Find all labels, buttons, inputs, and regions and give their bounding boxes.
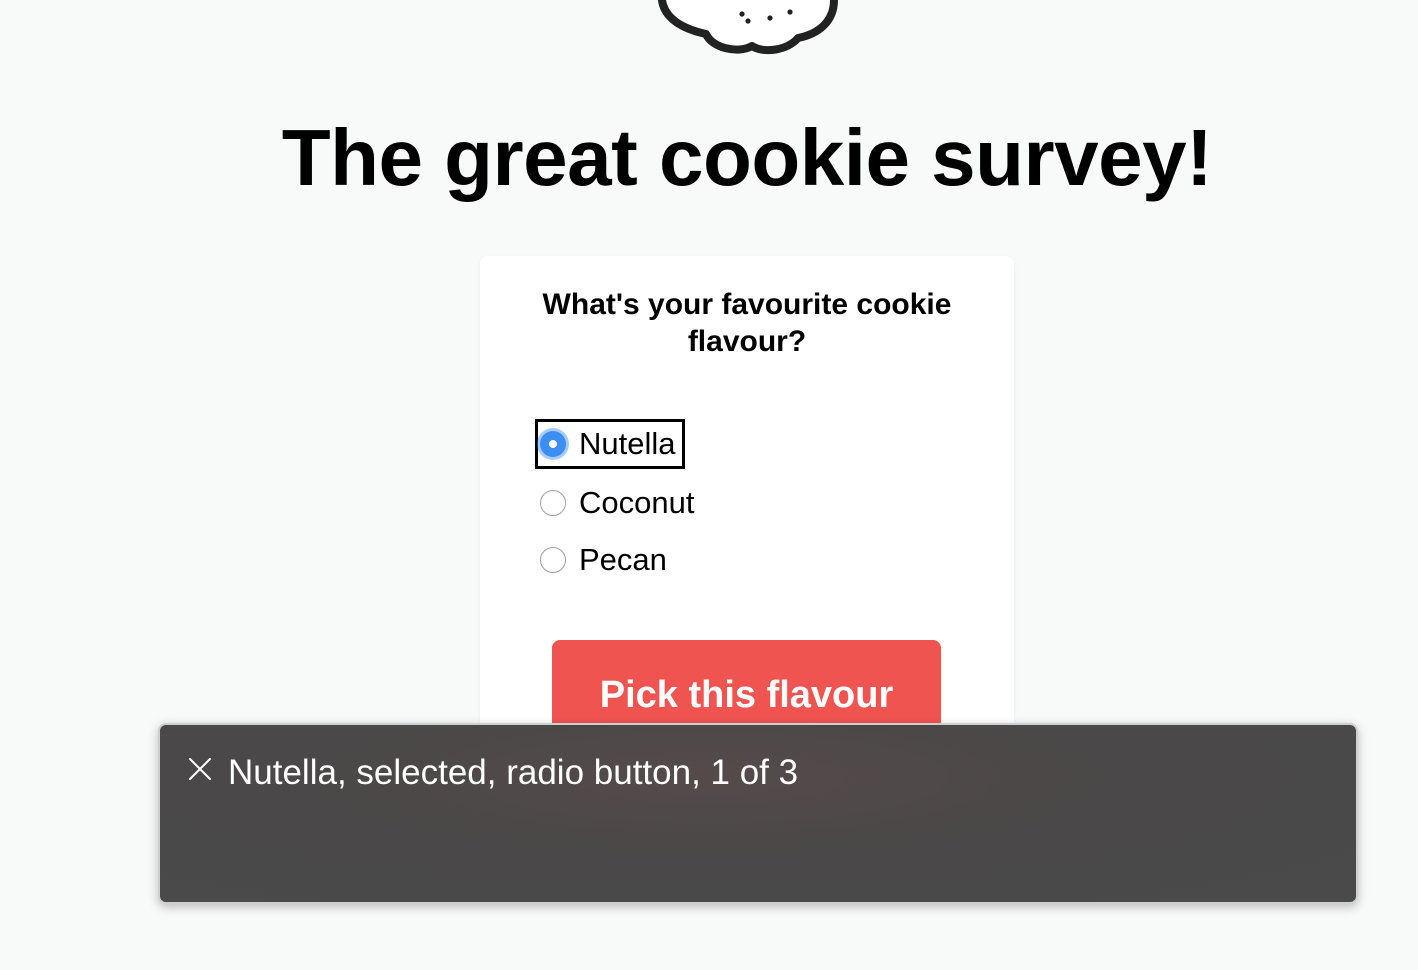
cookie-icon [657, 0, 838, 55]
voiceover-caption-panel: Nutella, selected, radio button, 1 of 3 [158, 723, 1358, 904]
option-coconut[interactable]: Coconut [540, 481, 694, 525]
page-title: The great cookie survey! [281, 113, 1213, 202]
radio-nutella[interactable] [540, 431, 566, 457]
option-label-nutella: Nutella [579, 426, 676, 461]
option-label-coconut: Coconut [579, 485, 695, 520]
radio-pecan[interactable] [540, 547, 566, 573]
option-nutella[interactable]: Nutella [535, 419, 685, 469]
page: The great cookie survey! What's your fav… [0, 0, 1418, 970]
option-pecan[interactable]: Pecan [540, 538, 667, 582]
voiceover-caption-text: Nutella, selected, radio button, 1 of 3 [228, 753, 799, 792]
survey-question: What's your favourite cookie flavour? [542, 288, 952, 358]
radio-coconut[interactable] [540, 490, 566, 516]
close-icon[interactable] [186, 755, 214, 783]
pick-flavour-button-label: Pick this flavour [599, 674, 894, 716]
option-label-pecan: Pecan [579, 542, 667, 577]
survey-card: What's your favourite cookie flavour? Nu… [480, 256, 1014, 776]
